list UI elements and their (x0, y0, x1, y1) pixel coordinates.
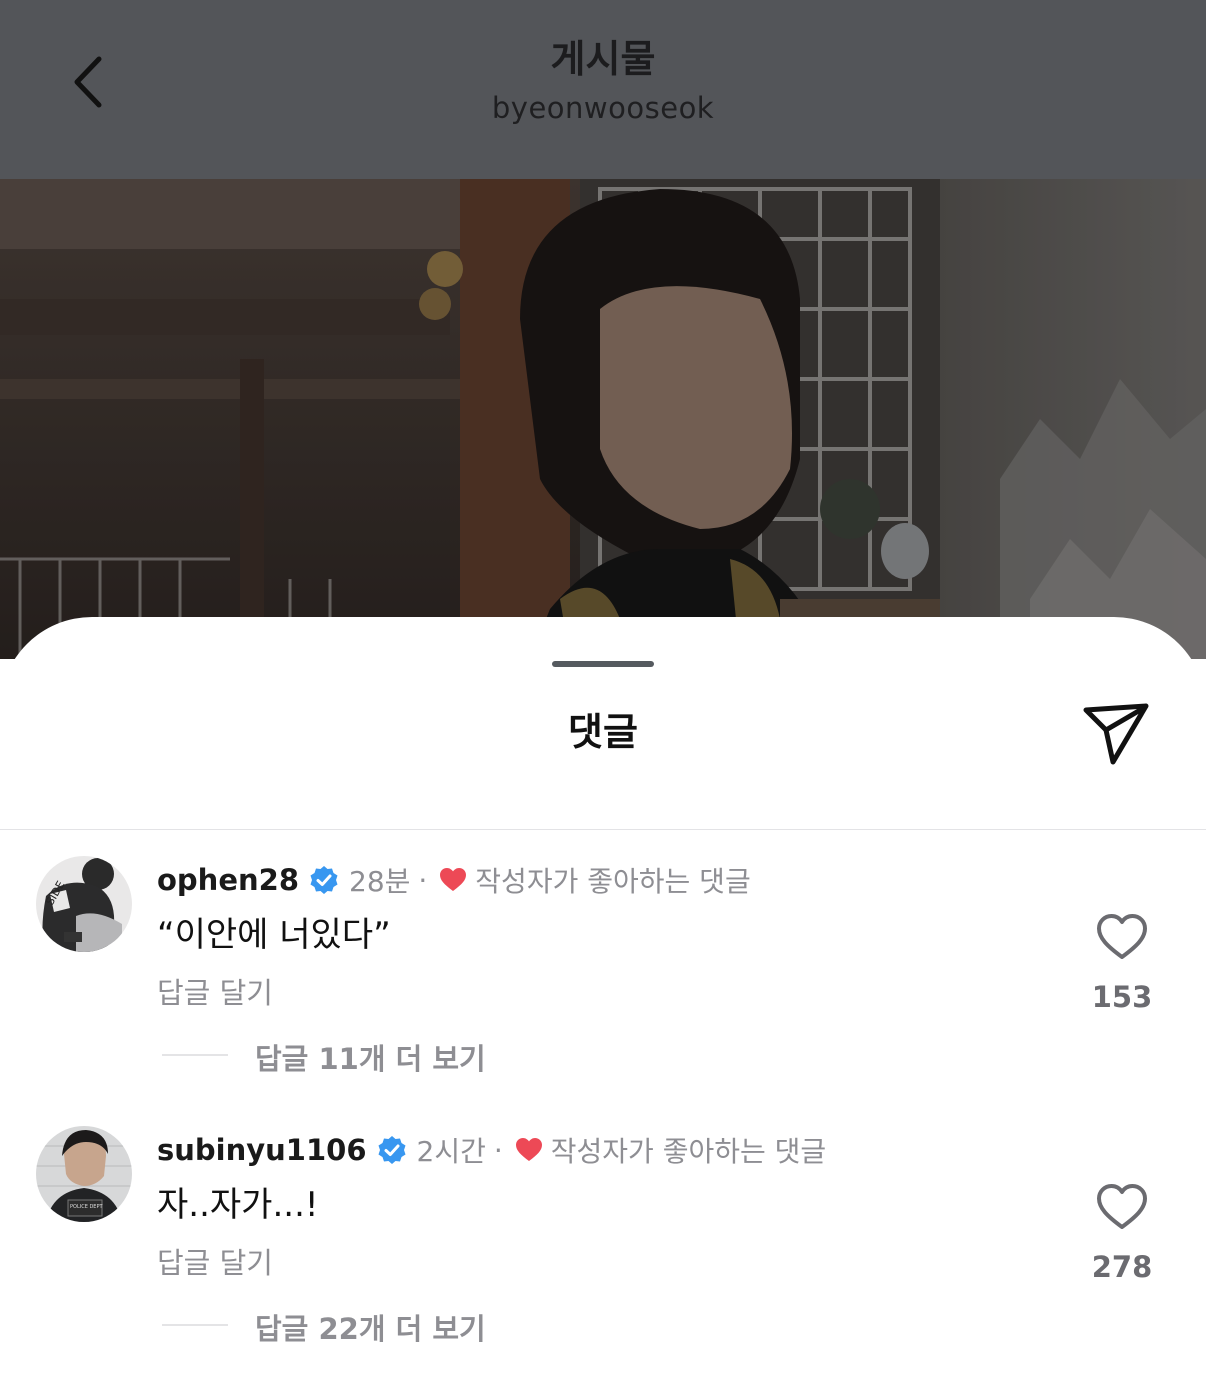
header-divider (0, 829, 1206, 830)
verified-badge-icon (310, 866, 338, 894)
page-title: 게시물 (550, 37, 656, 81)
comment-username[interactable]: subinyu1106 (157, 1133, 367, 1167)
like-count: 153 (1091, 980, 1153, 1014)
replies-divider-line (162, 1324, 228, 1326)
sheet-grabber[interactable] (552, 661, 654, 667)
comment-item: SIDE ophen28 28분 · 작성자가 좋아하는 댓글 “이안에 너있다… (0, 856, 1206, 1096)
comment-text: “이안에 너있다” (157, 915, 391, 955)
reply-button[interactable]: 답글 달기 (157, 970, 273, 1012)
post-image (0, 179, 1206, 659)
post-author-username[interactable]: byeonwooseok (0, 88, 1206, 128)
avatar[interactable]: POLICE DEPT (36, 1126, 132, 1222)
liked-by-author-label: 작성자가 좋아하는 댓글 (550, 1135, 827, 1168)
view-more-replies-button[interactable]: 답글 22개 더 보기 (255, 1306, 486, 1348)
comment-username[interactable]: ophen28 (157, 863, 299, 897)
heart-outline-icon (1097, 1184, 1147, 1229)
comment-item: POLICE DEPT subinyu1106 2시간 · 작성자가 좋아하는 … (0, 1126, 1206, 1366)
comment-time: 2시간 (416, 1135, 486, 1168)
avatar[interactable]: SIDE (36, 856, 132, 952)
meta-separator: · (418, 863, 428, 897)
heart-filled-icon (440, 868, 467, 891)
like-button[interactable] (1095, 912, 1149, 962)
heart-outline-icon (1097, 914, 1147, 959)
comments-title: 댓글 (568, 710, 638, 754)
meta-separator: · (493, 1133, 503, 1167)
replies-divider-line (162, 1054, 228, 1056)
view-more-replies-button[interactable]: 답글 11개 더 보기 (255, 1036, 486, 1078)
like-button[interactable] (1095, 1182, 1149, 1232)
reply-button[interactable]: 답글 달기 (157, 1240, 273, 1282)
share-button[interactable] (1080, 700, 1152, 770)
comment-time: 28분 (349, 865, 411, 898)
verified-badge-icon (378, 1136, 406, 1164)
paper-plane-icon (1083, 703, 1149, 765)
heart-filled-icon (515, 1138, 542, 1161)
svg-text:POLICE DEPT: POLICE DEPT (70, 1204, 103, 1210)
liked-by-author-label: 작성자가 좋아하는 댓글 (475, 865, 751, 898)
post-header: 게시물 byeonwooseok (0, 0, 1206, 179)
like-count: 278 (1091, 1250, 1153, 1284)
comment-text: 자..자가...! (157, 1185, 319, 1225)
